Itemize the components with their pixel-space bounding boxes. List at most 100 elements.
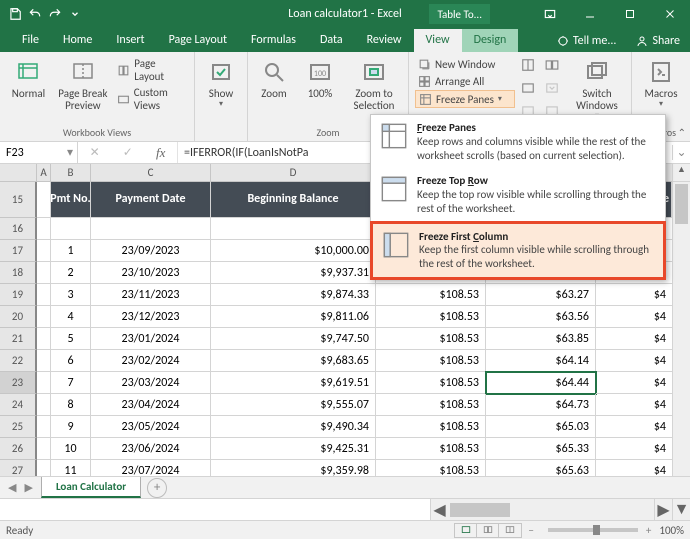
tab-review[interactable]: Review: [355, 29, 414, 52]
cell[interactable]: $9,359.98: [211, 460, 376, 476]
cell[interactable]: $65.33: [486, 438, 596, 460]
cell[interactable]: $9,425.31: [211, 438, 376, 460]
cell[interactable]: 5: [51, 328, 91, 350]
cell[interactable]: $4: [596, 372, 672, 394]
chevron-down-icon[interactable]: ▾: [63, 145, 77, 160]
cell[interactable]: 11: [51, 460, 91, 476]
cell[interactable]: $9,490.34: [211, 416, 376, 438]
cell[interactable]: $9,937.31: [211, 262, 376, 284]
col-A[interactable]: A: [37, 164, 51, 182]
cell[interactable]: 2: [51, 262, 91, 284]
name-box[interactable]: F23 ▾: [0, 142, 78, 163]
cell[interactable]: [91, 218, 211, 240]
cell[interactable]: 6: [51, 350, 91, 372]
row-number[interactable]: 17: [0, 240, 37, 262]
cell[interactable]: $9,555.07: [211, 394, 376, 416]
cell[interactable]: 23/11/2023: [91, 284, 211, 306]
tab-view[interactable]: View: [414, 29, 462, 52]
cell[interactable]: $108.53: [376, 416, 486, 438]
cell[interactable]: 10: [51, 438, 91, 460]
cell[interactable]: $4: [596, 460, 672, 476]
sheet-nav-prev-icon[interactable]: ◀: [8, 481, 16, 494]
minimize-icon[interactable]: [570, 0, 610, 28]
cell[interactable]: $4: [596, 284, 672, 306]
page-break-preview-button[interactable]: Page Break Preview: [57, 56, 109, 114]
vertical-scrollbar[interactable]: ▲: [672, 164, 690, 476]
tab-insert[interactable]: Insert: [104, 29, 156, 52]
cell[interactable]: 23/10/2023: [91, 262, 211, 284]
normal-view-button[interactable]: Normal: [6, 56, 51, 114]
cell[interactable]: $9,811.06: [211, 306, 376, 328]
zoom-button[interactable]: Zoom: [254, 56, 294, 114]
cell[interactable]: 3: [51, 284, 91, 306]
tab-home[interactable]: Home: [51, 29, 104, 52]
cell[interactable]: $64.73: [486, 394, 596, 416]
cell[interactable]: $108.53: [376, 372, 486, 394]
cancel-icon[interactable]: ✕: [90, 145, 100, 160]
row-number[interactable]: 23: [0, 372, 37, 394]
cell[interactable]: 23/05/2024: [91, 416, 211, 438]
cell[interactable]: $108.53: [376, 328, 486, 350]
tab-page-layout[interactable]: Page Layout: [157, 29, 239, 52]
tab-data[interactable]: Data: [308, 29, 355, 52]
row-number[interactable]: 26: [0, 438, 37, 460]
macros-button[interactable]: Macros ▾: [638, 56, 684, 111]
freeze-panes-option[interactable]: Freeze Panes Keep rows and columns visib…: [371, 115, 665, 168]
row-number[interactable]: 25: [0, 416, 37, 438]
cell[interactable]: $108.53: [376, 438, 486, 460]
cell[interactable]: 23/07/2024: [91, 460, 211, 476]
cell[interactable]: $4: [596, 416, 672, 438]
cell[interactable]: $63.27: [486, 284, 596, 306]
cell[interactable]: $10,000.00: [211, 240, 376, 262]
scroll-thumb[interactable]: [450, 503, 510, 517]
cell[interactable]: $108.53: [376, 394, 486, 416]
row-number[interactable]: 22: [0, 350, 37, 372]
cell[interactable]: $108.53: [376, 284, 486, 306]
close-icon[interactable]: [650, 0, 690, 28]
custom-views-button[interactable]: Custom Views: [115, 85, 188, 113]
cell[interactable]: $4: [596, 438, 672, 460]
ribbon-options-icon[interactable]: [530, 0, 570, 28]
sheet-nav-next-icon[interactable]: ▶: [24, 481, 32, 494]
cell[interactable]: [211, 218, 376, 240]
cell[interactable]: $108.53: [376, 460, 486, 476]
page-layout-view-icon[interactable]: [477, 524, 499, 537]
share-button[interactable]: Share: [626, 30, 690, 52]
collapse-ribbon-icon[interactable]: ⌃: [678, 126, 686, 139]
cell[interactable]: $65.03: [486, 416, 596, 438]
page-break-view-icon[interactable]: [499, 524, 521, 537]
cell[interactable]: [51, 218, 91, 240]
cell[interactable]: 9: [51, 416, 91, 438]
cell[interactable]: 23/06/2024: [91, 438, 211, 460]
cell[interactable]: $64.44: [486, 372, 596, 394]
cell[interactable]: $65.63: [486, 460, 596, 476]
row-number[interactable]: 24: [0, 394, 37, 416]
tab-formulas[interactable]: Formulas: [239, 29, 308, 52]
cell[interactable]: 23/12/2023: [91, 306, 211, 328]
tab-file[interactable]: File: [10, 29, 51, 52]
maximize-icon[interactable]: [610, 0, 650, 28]
view-side-icon[interactable]: [545, 58, 563, 77]
add-sheet-button[interactable]: +: [147, 478, 167, 498]
cell[interactable]: 23/01/2024: [91, 328, 211, 350]
cell[interactable]: $63.56: [486, 306, 596, 328]
switch-windows-button[interactable]: Switch Windows ▾: [569, 56, 625, 123]
row-number[interactable]: 19: [0, 284, 37, 306]
cell[interactable]: 23/03/2024: [91, 372, 211, 394]
cell[interactable]: $108.53: [376, 306, 486, 328]
cell[interactable]: 8: [51, 394, 91, 416]
cell[interactable]: $4: [596, 394, 672, 416]
horizontal-scrollbar[interactable]: ◀ ▶ ▼: [0, 498, 690, 520]
zoom-out-icon[interactable]: −: [528, 524, 533, 537]
tell-me[interactable]: Tell me...: [547, 30, 627, 52]
row-number[interactable]: 16: [0, 218, 37, 240]
qa-customize-icon[interactable]: [66, 5, 84, 23]
zoom-100-button[interactable]: 100 100%: [300, 56, 340, 114]
cell[interactable]: 23/04/2024: [91, 394, 211, 416]
cell[interactable]: 1: [51, 240, 91, 262]
col-D[interactable]: D: [211, 164, 376, 182]
cell[interactable]: $9,619.51: [211, 372, 376, 394]
zoom-level[interactable]: 100%: [659, 524, 684, 537]
sync-scroll-icon[interactable]: [545, 81, 563, 100]
insert-function-icon[interactable]: fx: [156, 145, 165, 161]
